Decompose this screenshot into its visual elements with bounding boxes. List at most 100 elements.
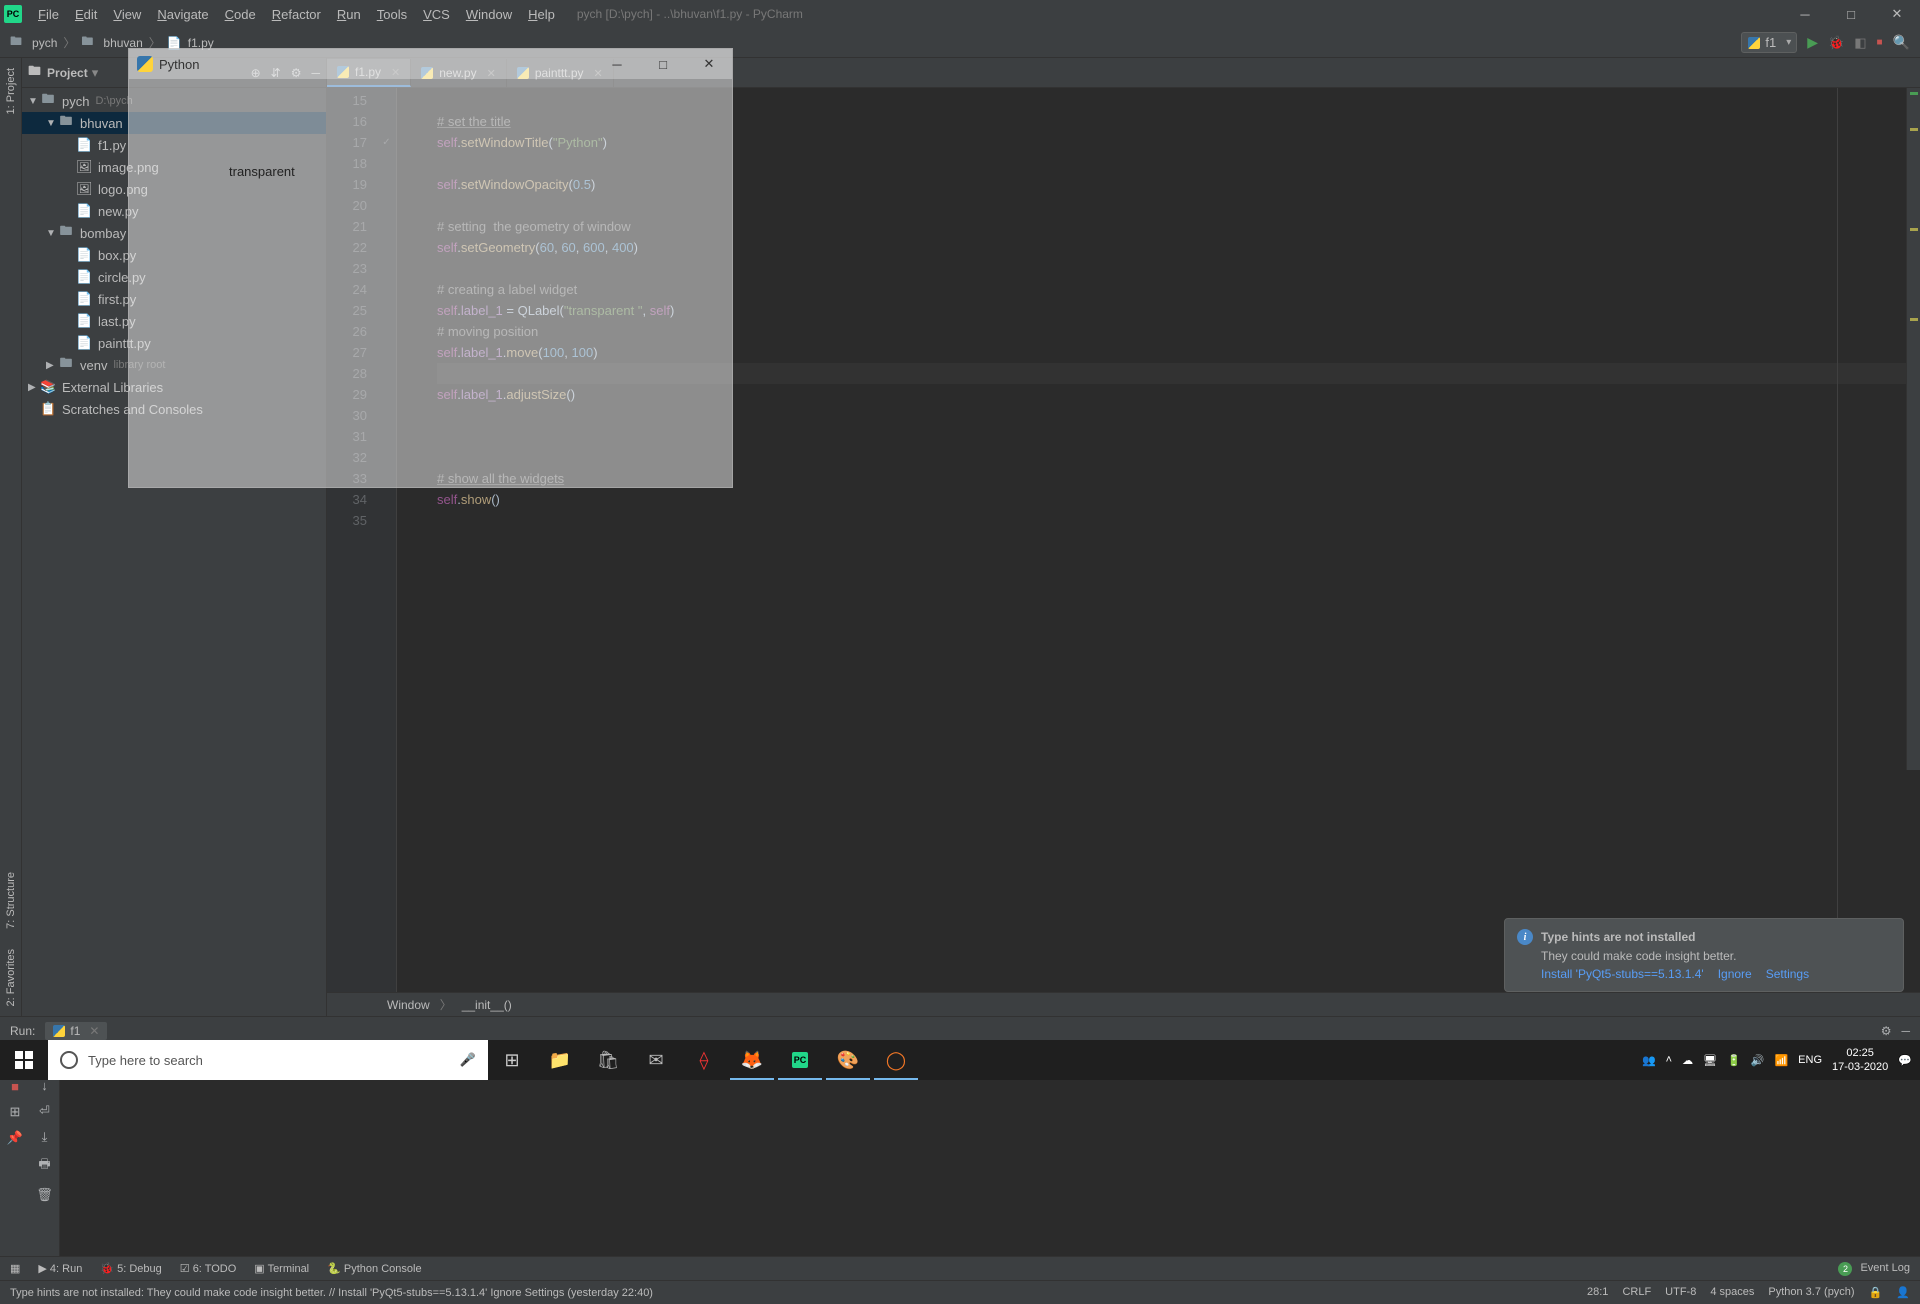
menu-help[interactable]: Help [520,7,563,22]
python-icon [53,1025,65,1037]
menu-tools[interactable]: Tools [369,7,415,22]
run-tool-button[interactable]: ▶ 4: Run [38,1262,82,1275]
run-configuration-selector[interactable]: f1 [1741,32,1797,53]
menu-edit[interactable]: Edit [67,7,105,22]
store-icon[interactable]: 🛍 [584,1040,632,1080]
py-maximize-button[interactable]: □ [640,49,686,79]
todo-tool-button[interactable]: ☑ 6: TODO [180,1262,237,1275]
language-indicator[interactable]: ENG [1798,1054,1822,1066]
bottom-tool-strip: ▦ ▶ 4: Run 🐞 5: Debug ☑ 6: TODO ▣ Termin… [0,1256,1920,1280]
python-app-window[interactable]: Python ─ □ ✕ transparent [128,48,733,488]
tray-overflow-icon[interactable]: ˄ [1666,1054,1672,1066]
start-button[interactable] [0,1040,48,1080]
indent-setting[interactable]: 4 spaces [1710,1286,1754,1299]
debug-button[interactable]: 🐞 [1828,35,1844,51]
menu-refactor[interactable]: Refactor [264,7,329,22]
taskbar-search[interactable]: Type here to search 🎤 [48,1040,488,1080]
event-log-tool-button[interactable]: Event Log [1860,1262,1910,1276]
maximize-button[interactable]: □ [1828,0,1874,28]
window-title: pych [D:\pych] - ..\bhuvan\f1.py - PyCha… [577,7,803,21]
stop-button[interactable]: ■ [11,1079,19,1094]
run-button[interactable]: ▶ [1807,34,1818,51]
main-menu: FileEditViewNavigateCodeRefactorRunTools… [30,7,563,22]
window-controls: ─ □ ✕ [1782,0,1920,28]
wifi-icon[interactable]: 📶 [1774,1054,1788,1067]
menu-vcs[interactable]: VCS [415,7,458,22]
file-encoding[interactable]: UTF-8 [1665,1286,1696,1299]
firefox-icon[interactable]: 🦊 [728,1040,776,1080]
layout-icon[interactable]: ⊞ [10,1104,21,1120]
menu-view[interactable]: View [105,7,149,22]
clock[interactable]: 02:25 17-03-2020 [1832,1046,1888,1074]
tool-button-icon[interactable]: ▦ [10,1262,20,1275]
folder-icon: 🖿 [10,32,22,53]
notification-balloon: i Type hints are not installed They coul… [1504,918,1904,992]
scroll-icon[interactable]: ⤓ [42,1129,48,1145]
left-tool-strip: 1: Project 7: Structure 2: Favorites [0,58,22,1016]
lock-icon[interactable]: 🔒 [1869,1286,1883,1299]
menu-code[interactable]: Code [217,7,264,22]
editor-breadcrumb[interactable]: Window 〉 __init__() [327,992,1920,1016]
notification-message: They could make code insight better. [1541,949,1891,963]
right-margin-ruler [1837,88,1838,992]
event-count-badge: 2 [1838,1262,1852,1276]
trash-icon[interactable]: 🗑 [36,1187,53,1203]
system-tray: 👥 ˄ ☁ 🖥 🔋 🔊 📶 ENG 02:25 17-03-2020 💬 [1642,1046,1920,1074]
py-minimize-button[interactable]: ─ [594,49,640,79]
minimize-button[interactable]: ─ [1782,0,1828,28]
install-link[interactable]: Install 'PyQt5-stubs==5.13.1.4' [1541,967,1704,981]
python-icon [1748,37,1760,49]
battery-icon[interactable]: 🔋 [1727,1054,1741,1067]
print-icon[interactable]: 🖶 [38,1155,50,1177]
python-logo-icon [137,56,153,72]
pycharm-taskbar-icon[interactable]: PC [776,1040,824,1080]
onedrive-icon[interactable]: ☁ [1682,1054,1693,1067]
menu-window[interactable]: Window [458,7,520,22]
interpreter[interactable]: Python 3.7 (pych) [1768,1286,1854,1299]
inspector-icon[interactable]: 👤 [1896,1286,1910,1299]
folder-icon: 🖿 [81,32,93,53]
mic-icon[interactable]: 🎤 [460,1052,476,1068]
predator-icon[interactable]: ⟠ [680,1040,728,1080]
pin-icon[interactable]: 📌 [7,1130,23,1146]
wrap-icon[interactable]: ⏎ [39,1103,50,1119]
line-separator[interactable]: CRLF [1622,1286,1651,1299]
settings-icon[interactable]: ⚙ [1881,1024,1892,1038]
debug-tool-button[interactable]: 🐞 5: Debug [100,1262,161,1275]
error-stripe[interactable] [1906,88,1920,770]
search-everywhere-button[interactable]: 🔍 [1893,34,1910,51]
devices-icon[interactable]: 🖥 [1703,1054,1717,1067]
task-view-button[interactable]: ⊞ [488,1040,536,1080]
settings-link[interactable]: Settings [1766,967,1809,981]
python-window-title: Python [159,57,199,72]
title-bar: PC FileEditViewNavigateCodeRefactorRunTo… [0,0,1920,28]
menu-file[interactable]: File [30,7,67,22]
caret-position[interactable]: 28:1 [1587,1286,1608,1299]
ignore-link[interactable]: Ignore [1718,967,1752,981]
python-console-tool-button[interactable]: 🐍 Python Console [327,1262,421,1275]
close-button[interactable]: ✕ [1874,0,1920,28]
paint-icon[interactable]: 🎨 [824,1040,872,1080]
mail-icon[interactable]: ✉ [632,1040,680,1080]
run-tab[interactable]: f1 [70,1024,80,1038]
terminal-tool-button[interactable]: ▣ Terminal [254,1262,309,1275]
folder-icon: 🖿 [28,62,41,84]
favorites-tool-button[interactable]: 2: Favorites [5,939,17,1016]
volume-icon[interactable]: 🔊 [1751,1054,1765,1067]
coverage-button[interactable]: ◧ [1854,35,1866,51]
people-icon[interactable]: 👥 [1642,1054,1656,1067]
down-icon[interactable]: ↓ [41,1078,48,1093]
file-explorer-icon[interactable]: 📁 [536,1040,584,1080]
py-close-button[interactable]: ✕ [686,49,732,79]
project-tool-button[interactable]: 1: Project [5,58,17,124]
notifications-icon[interactable]: 💬 [1898,1054,1912,1067]
jupyter-icon[interactable]: ◯ [872,1040,920,1080]
menu-run[interactable]: Run [329,7,369,22]
menu-navigate[interactable]: Navigate [149,7,216,22]
windows-taskbar: Type here to search 🎤 ⊞ 📁 🛍 ✉ ⟠ 🦊 PC 🎨 ◯… [0,1040,1920,1080]
notification-title: Type hints are not installed [1541,930,1695,944]
stop-button[interactable]: ■ [1877,37,1883,48]
close-tab-icon[interactable]: ✕ [89,1024,99,1038]
structure-tool-button[interactable]: 7: Structure [5,862,17,939]
hide-icon[interactable]: ─ [1901,1024,1910,1038]
